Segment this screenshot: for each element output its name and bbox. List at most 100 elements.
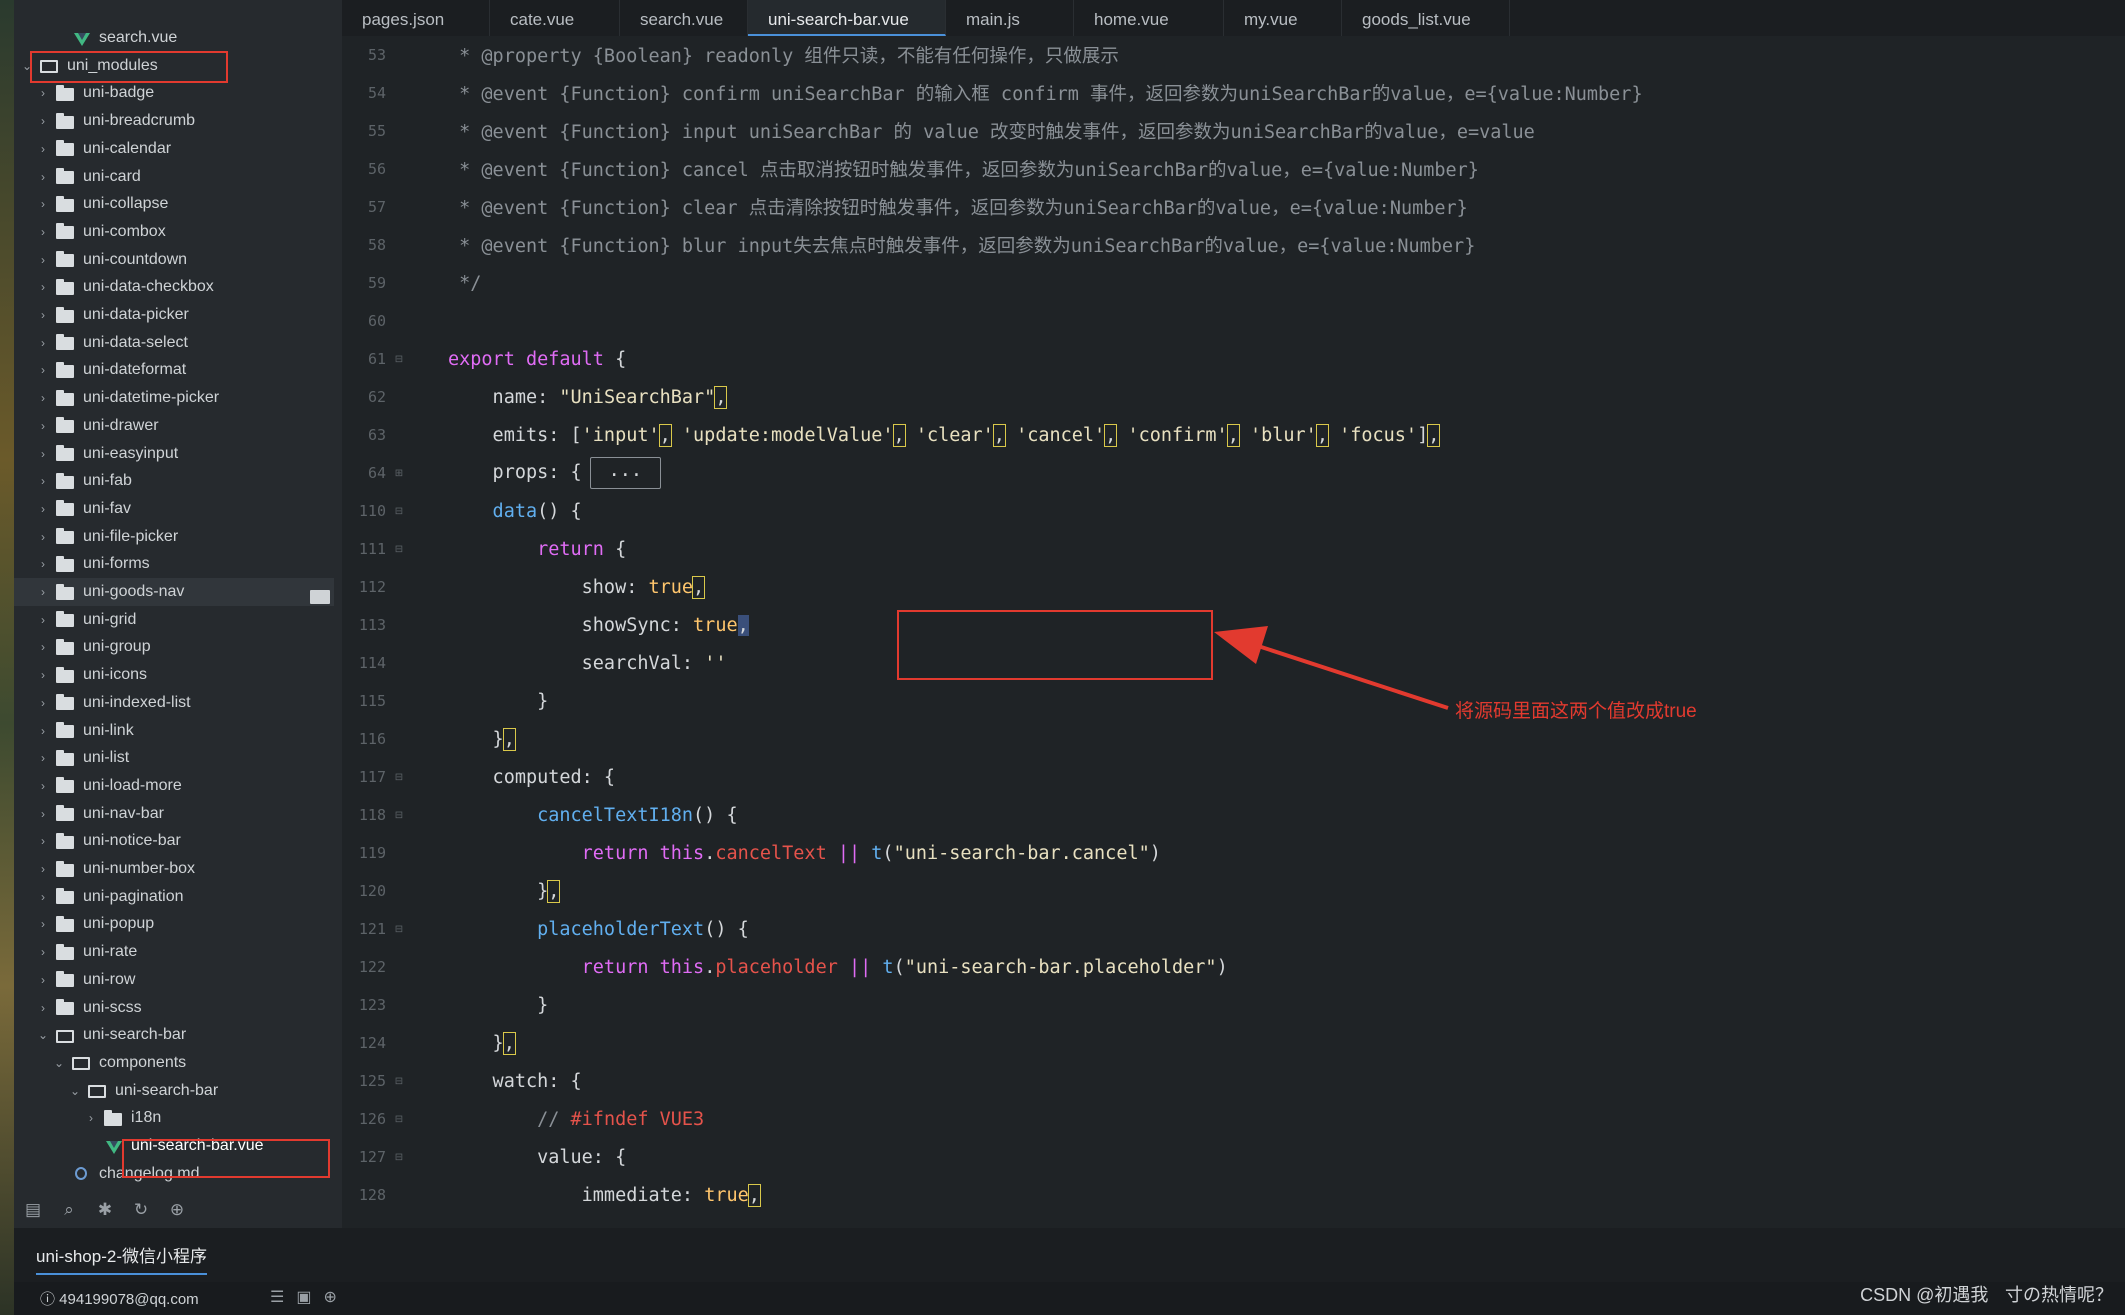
chevron-down-icon[interactable]: ⌄ [68,1084,82,1098]
chevron-right-icon[interactable]: › [36,114,50,128]
tab-pages-json[interactable]: pages.json [342,0,490,36]
collapse-fold-icon[interactable]: ⊟ [392,810,406,821]
sidebar-item-uni-collapse[interactable]: › uni-collapse [14,190,334,218]
chevron-right-icon[interactable]: › [36,474,50,488]
sidebar-item-uni-countdown[interactable]: › uni-countdown [14,246,334,274]
chevron-right-icon[interactable]: › [84,1111,98,1125]
sidebar-item-search-vue[interactable]: search.vue [14,24,334,52]
sidebar-item-uni-fab[interactable]: › uni-fab [14,467,334,495]
chevron-right-icon[interactable]: › [36,225,50,239]
sidebar-item-uni-data-checkbox[interactable]: › uni-data-checkbox [14,273,334,301]
chevron-right-icon[interactable]: › [36,1001,50,1015]
chevron-right-icon[interactable]: › [36,419,50,433]
sidebar-item-uni-group[interactable]: › uni-group [14,633,334,661]
chevron-right-icon[interactable]: › [36,890,50,904]
sidebar-item-uni-forms[interactable]: › uni-forms [14,550,334,578]
collapse-fold-icon[interactable]: ⊟ [392,772,406,783]
chevron-right-icon[interactable]: › [36,142,50,156]
debug-icon[interactable]: ✱ [94,1201,116,1219]
code-editor[interactable]: 53 * @property {Boolean} readonly 组件只读，不… [342,36,2125,1228]
sidebar-item-uni-datetime-picker[interactable]: › uni-datetime-picker [14,384,334,412]
chevron-right-icon[interactable]: › [36,530,50,544]
tab-cate-vue[interactable]: cate.vue [490,0,620,36]
chevron-right-icon[interactable]: › [36,502,50,516]
sidebar-item-uni-load-more[interactable]: › uni-load-more [14,772,334,800]
sidebar-item-uni-drawer[interactable]: › uni-drawer [14,412,334,440]
tab-main-js[interactable]: main.js [946,0,1074,36]
sidebar-item-uni-rate[interactable]: › uni-rate [14,938,334,966]
collapse-fold-icon[interactable]: ⊟ [392,1076,406,1087]
sidebar-item-uni-search-bar[interactable]: ⌄ uni-search-bar [14,1021,334,1049]
collapse-fold-icon[interactable]: ⊟ [392,544,406,555]
sidebar-item-uni-badge[interactable]: › uni-badge [14,79,334,107]
sidebar-item-uni-fav[interactable]: › uni-fav [14,495,334,523]
chevron-right-icon[interactable]: › [36,363,50,377]
chevron-right-icon[interactable]: › [36,280,50,294]
refresh-icon[interactable]: ↻ [130,1201,152,1219]
sidebar-item-uni-data-picker[interactable]: › uni-data-picker [14,301,334,329]
collapse-fold-icon[interactable]: ⊟ [392,924,406,935]
terminal-icon[interactable]: ▣ [296,1287,311,1307]
account-label[interactable]: ⓘ 494199078@qq.com [40,1288,199,1309]
chevron-right-icon[interactable]: › [36,640,50,654]
chevron-right-icon[interactable]: › [36,973,50,987]
collapse-fold-icon[interactable]: ⊟ [392,506,406,517]
sidebar-item-uni-grid[interactable]: › uni-grid [14,606,334,634]
chevron-down-icon[interactable]: ⌄ [36,1028,50,1042]
sidebar-item-components[interactable]: ⌄ components [14,1049,334,1077]
globe-icon[interactable]: ⊕ [166,1201,188,1219]
sidebar-item-uni-card[interactable]: › uni-card [14,163,334,191]
sidebar-item-uni-scss[interactable]: › uni-scss [14,994,334,1022]
sidebar-item-uni-icons[interactable]: › uni-icons [14,661,334,689]
chevron-right-icon[interactable]: › [36,724,50,738]
sidebar-item-uni-popup[interactable]: › uni-popup [14,910,334,938]
tab-search-vue[interactable]: search.vue [620,0,748,36]
collapse-fold-icon[interactable]: ⊟ [392,354,406,365]
sidebar-item-uni-data-select[interactable]: › uni-data-select [14,329,334,357]
chevron-right-icon[interactable]: › [36,585,50,599]
collapse-fold-icon[interactable]: ⊟ [392,1152,406,1163]
chevron-right-icon[interactable]: › [36,862,50,876]
sidebar-item-uni-calendar[interactable]: › uni-calendar [14,135,334,163]
chevron-right-icon[interactable]: › [36,751,50,765]
chevron-right-icon[interactable]: › [36,391,50,405]
search-icon[interactable]: ⌕ [58,1201,80,1219]
sidebar-item-uni-file-picker[interactable]: › uni-file-picker [14,523,334,551]
sidebar-item-uni-list[interactable]: › uni-list [14,744,334,772]
chevron-right-icon[interactable]: › [36,613,50,627]
collapsed-props-button[interactable]: ... [589,457,662,489]
sidebar-item-uni-goods-nav[interactable]: › uni-goods-nav [14,578,334,606]
chevron-right-icon[interactable]: › [36,86,50,100]
list-icon[interactable]: ☰ [270,1287,284,1307]
sidebar-item-uni-dateformat[interactable]: › uni-dateformat [14,356,334,384]
chevron-right-icon[interactable]: › [36,308,50,322]
chevron-right-icon[interactable]: › [36,696,50,710]
chevron-down-icon[interactable]: ⌄ [52,1056,66,1070]
tab-uni-search-bar-vue[interactable]: uni-search-bar.vue [748,0,946,36]
chevron-right-icon[interactable]: › [36,779,50,793]
tab-my-vue[interactable]: my.vue [1224,0,1342,36]
chevron-right-icon[interactable]: › [36,197,50,211]
sidebar-item-uni-notice-bar[interactable]: › uni-notice-bar [14,827,334,855]
sidebar-item-uni-search-bar[interactable]: ⌄ uni-search-bar [14,1077,334,1105]
file-tree-icon[interactable]: ▤ [22,1201,44,1219]
open-folder-icon[interactable] [310,590,330,604]
sidebar-item-uni-easyinput[interactable]: › uni-easyinput [14,440,334,468]
globe-icon[interactable]: ⊕ [323,1287,336,1307]
chevron-right-icon[interactable]: › [36,253,50,267]
chevron-right-icon[interactable]: › [36,557,50,571]
sidebar-item-uni-nav-bar[interactable]: › uni-nav-bar [14,800,334,828]
chevron-right-icon[interactable]: › [36,336,50,350]
sidebar-item-uni-pagination[interactable]: › uni-pagination [14,883,334,911]
chevron-right-icon[interactable]: › [36,447,50,461]
sidebar-item-uni-combox[interactable]: › uni-combox [14,218,334,246]
sidebar-item-i18n[interactable]: › i18n [14,1104,334,1132]
tab-home-vue[interactable]: home.vue [1074,0,1224,36]
sidebar-item-uni-breadcrumb[interactable]: › uni-breadcrumb [14,107,334,135]
chevron-right-icon[interactable]: › [36,807,50,821]
expand-fold-icon[interactable]: ⊞ [392,468,406,479]
sidebar-item-uni-link[interactable]: › uni-link [14,717,334,745]
chevron-right-icon[interactable]: › [36,170,50,184]
sidebar-item-uni-indexed-list[interactable]: › uni-indexed-list [14,689,334,717]
project-tab[interactable]: uni-shop-2-微信小程序 [36,1242,207,1275]
